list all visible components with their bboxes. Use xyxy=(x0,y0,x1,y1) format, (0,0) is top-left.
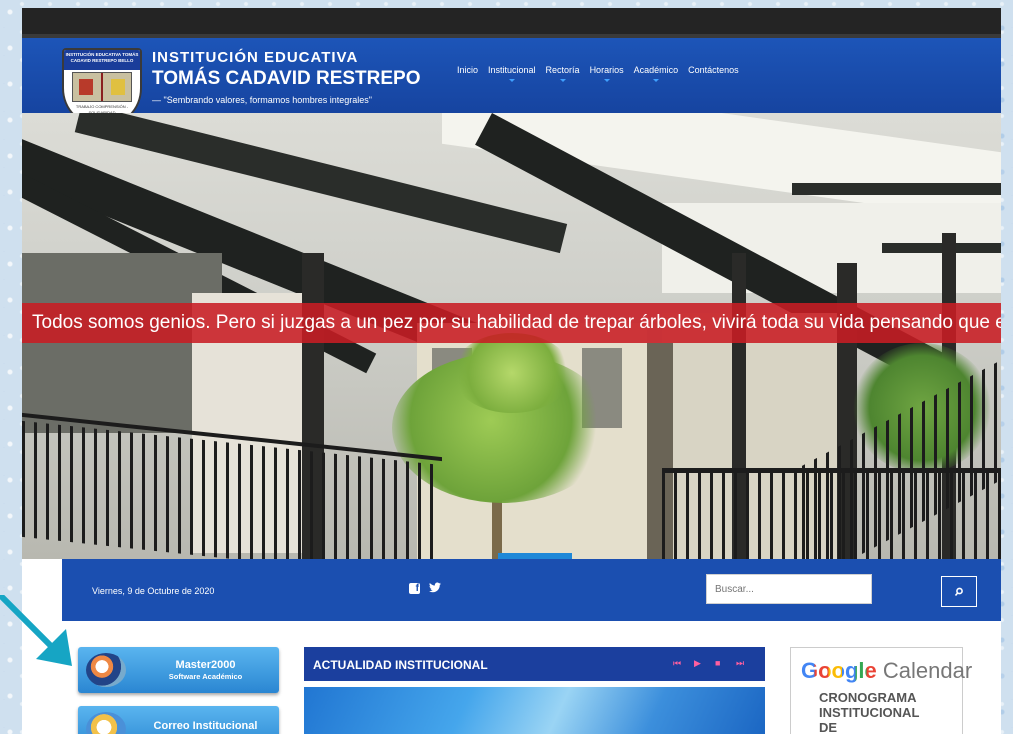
dropdown-arrow-icon xyxy=(652,79,659,82)
site-container: INSTITUCIÓN EDUCATIVA TOMÁS CADAVID REST… xyxy=(22,8,1001,734)
brand-google: Google xyxy=(801,658,877,683)
school-name-line2[interactable]: TOMÁS CADAVID RESTREPO xyxy=(152,68,421,90)
news-title: ACTUALIDAD INSTITUCIONAL xyxy=(313,658,488,672)
search-button[interactable] xyxy=(941,576,977,607)
crest-book-icon xyxy=(72,72,132,102)
button-title: Correo Institucional xyxy=(153,720,258,732)
top-bar xyxy=(22,8,1001,34)
school-name-line1[interactable]: INSTITUCIÓN EDUCATIVA xyxy=(152,49,358,66)
stop-icon[interactable]: ■ xyxy=(715,658,720,668)
button-title: Master2000 xyxy=(175,659,236,671)
dropdown-arrow-icon xyxy=(559,79,566,82)
master2000-button[interactable]: Master2000 Software Académico xyxy=(78,647,279,693)
google-calendar-logo: Google Calendar xyxy=(801,658,972,684)
twitter-icon[interactable] xyxy=(429,582,441,596)
hero-slider[interactable]: Todos somos genios. Pero si juzgas a un … xyxy=(22,113,1001,559)
school-motto: — "Sembrando valores, formamos hombres i… xyxy=(152,95,372,105)
play-icon[interactable]: ▶ xyxy=(694,658,701,669)
nav-item-rectoria[interactable]: Rectoría xyxy=(546,65,580,85)
main-nav: Inicio Institucional Rectoría Horarios A… xyxy=(457,65,749,85)
nav-item-horarios[interactable]: Horarios xyxy=(590,65,624,85)
nav-item-inicio[interactable]: Inicio xyxy=(457,65,478,85)
facebook-icon[interactable]: f xyxy=(409,583,420,594)
calendar-subtitle: CRONOGRAMA INSTITUCIONAL DE xyxy=(819,690,920,734)
master2000-logo-icon xyxy=(86,653,126,687)
nav-label: Contáctenos xyxy=(688,65,739,75)
search-input[interactable] xyxy=(706,574,872,604)
dropdown-arrow-icon xyxy=(603,79,610,82)
brand-calendar: Calendar xyxy=(882,658,973,683)
current-date: Viernes, 9 de Octubre de 2020 xyxy=(92,586,215,596)
button-subtitle: Software Académico xyxy=(168,672,243,681)
nav-label: Institucional xyxy=(488,65,536,75)
search-icon xyxy=(954,587,963,596)
ceiling-beam xyxy=(792,183,1001,195)
news-panel: ACTUALIDAD INSTITUCIONAL ⏮ ▶ ■ ⏭ xyxy=(304,647,765,734)
news-slide-image[interactable] xyxy=(304,687,765,734)
nav-item-contactenos[interactable]: Contáctenos xyxy=(688,65,739,85)
mail-logo-icon xyxy=(86,712,126,734)
google-calendar-widget[interactable]: Google Calendar CRONOGRAMA INSTITUCIONAL… xyxy=(790,647,972,734)
dropdown-arrow-icon xyxy=(508,79,515,82)
nav-label: Horarios xyxy=(589,65,624,75)
crest-top-text: INSTITUCIÓN EDUCATIVA TOMÁS CADAVID REST… xyxy=(64,50,140,70)
pointer-arrow-icon xyxy=(0,595,72,666)
quote-banner: Todos somos genios. Pero si juzgas a un … xyxy=(22,303,1001,343)
info-bar: Viernes, 9 de Octubre de 2020 f xyxy=(62,559,1001,621)
tree-foliage xyxy=(452,333,572,413)
site-header: INSTITUCIÓN EDUCATIVA TOMÁS CADAVID REST… xyxy=(22,38,1001,128)
last-icon[interactable]: ⏭ xyxy=(736,658,744,669)
nav-item-institucional[interactable]: Institucional xyxy=(488,65,536,85)
news-header: ACTUALIDAD INSTITUCIONAL ⏮ ▶ ■ ⏭ xyxy=(304,647,765,681)
nav-label: Inicio xyxy=(457,65,479,75)
correo-institucional-button[interactable]: Correo Institucional xyxy=(78,706,279,734)
nav-label: Rectoría xyxy=(545,65,580,75)
nav-item-academico[interactable]: Académico xyxy=(633,65,679,85)
main-content: Master2000 Software Académico Correo Ins… xyxy=(62,621,1001,734)
nav-label: Académico xyxy=(633,65,679,75)
first-icon[interactable]: ⏮ xyxy=(673,658,681,669)
